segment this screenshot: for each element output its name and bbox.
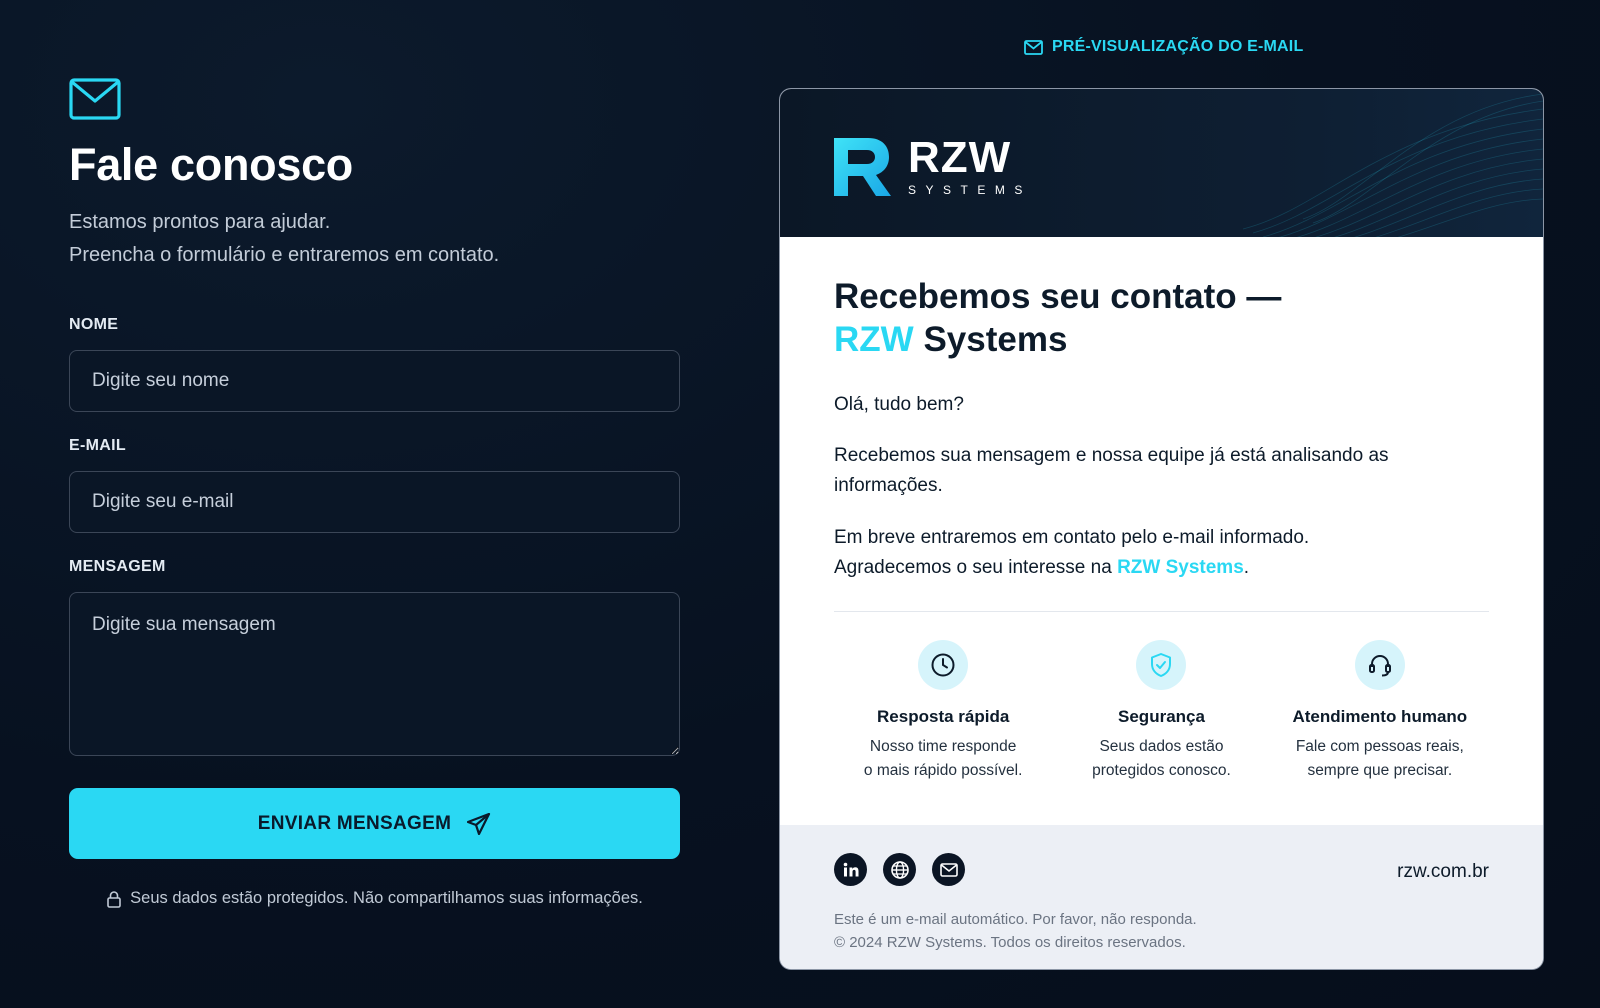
subtitle-line-2: Preencha o formulário e entraremos em co… bbox=[69, 244, 500, 266]
feature-description-line-1: Fale com pessoas reais, bbox=[1295, 738, 1464, 755]
feature-description-line-2: protegidos conosco. bbox=[1092, 762, 1231, 779]
email-title-brand: RZW bbox=[834, 320, 914, 359]
email-preview-card: RZW SYSTEMS Recebemos seu contato — RZW … bbox=[779, 88, 1544, 970]
logo-subtitle: SYSTEMS bbox=[908, 183, 1032, 197]
email-paragraph-2-prefix: Agradecemos o seu interesse na bbox=[834, 557, 1118, 578]
email-body: Recebemos seu contato — RZW Systems Olá,… bbox=[780, 237, 1543, 825]
email-input[interactable] bbox=[69, 471, 680, 533]
email-paragraph-2-line-1: Em breve entraremos em contato pelo e-ma… bbox=[834, 527, 1310, 548]
feature-description-line-1: Seus dados estão bbox=[1099, 738, 1224, 755]
lock-icon bbox=[107, 890, 121, 908]
send-message-button[interactable]: ENVIAR MENSAGEM bbox=[69, 788, 680, 859]
email-preview-label-text: PRÉ-VISUALIZAÇÃO DO E-MAIL bbox=[1052, 38, 1304, 55]
email-title-line-1: Recebemos seu contato — bbox=[834, 277, 1282, 316]
name-label: NOME bbox=[69, 316, 119, 333]
feature-title: Resposta rápida bbox=[877, 707, 1010, 726]
social-links bbox=[834, 853, 1489, 886]
name-input[interactable] bbox=[69, 350, 680, 412]
email-greeting: Olá, tudo bem? bbox=[834, 394, 964, 415]
email-title: Recebemos seu contato — RZW Systems bbox=[834, 275, 1489, 361]
legal-line-1: Este é um e-mail automático. Por favor, … bbox=[834, 911, 1197, 928]
email-paragraph-2: Em breve entraremos em contato pelo e-ma… bbox=[834, 523, 1394, 583]
feature-description-line-1: Nosso time responde bbox=[869, 738, 1017, 755]
page-title: Fale conosco bbox=[69, 139, 353, 190]
feature-fast-response: Resposta rápida Nosso time responde o ma… bbox=[834, 640, 1052, 783]
website-link[interactable]: rzw.com.br bbox=[1397, 861, 1489, 883]
feature-description: Seus dados estão protegidos conosco. bbox=[1052, 735, 1270, 783]
rzw-logo: RZW SYSTEMS bbox=[834, 136, 1032, 197]
contact-form: Fale conosco Estamos prontos para ajudar… bbox=[69, 78, 680, 908]
feature-title: Segurança bbox=[1118, 707, 1205, 726]
email-header: RZW SYSTEMS bbox=[780, 89, 1543, 237]
feature-title: Atendimento humano bbox=[1292, 707, 1468, 726]
mail-icon[interactable] bbox=[932, 853, 965, 886]
message-label: MENSAGEM bbox=[69, 558, 166, 575]
linkedin-icon[interactable] bbox=[834, 853, 867, 886]
legal-line-2: © 2024 RZW Systems. Todos os direitos re… bbox=[834, 934, 1186, 951]
feature-description: Nosso time responde o mais rápido possív… bbox=[834, 735, 1052, 783]
logo-name: RZW bbox=[908, 133, 1012, 182]
subtitle-line-1: Estamos prontos para ajudar. bbox=[69, 211, 331, 233]
contact-page: Fale conosco Estamos prontos para ajudar… bbox=[0, 0, 1600, 1008]
subtitle: Estamos prontos para ajudar. Preencha o … bbox=[69, 206, 680, 272]
headset-icon bbox=[1354, 640, 1405, 690]
email-paragraph-2-suffix: . bbox=[1243, 557, 1250, 578]
shield-check-icon bbox=[1136, 640, 1187, 690]
envelope-icon bbox=[69, 78, 121, 120]
email-brand-link[interactable]: RZW Systems bbox=[1117, 557, 1244, 578]
feature-description-line-2: sempre que precisar. bbox=[1307, 762, 1453, 779]
envelope-icon bbox=[1024, 39, 1043, 55]
wave-pattern bbox=[1243, 93, 1543, 237]
feature-description: Fale com pessoas reais, sempre que preci… bbox=[1271, 735, 1489, 783]
rzw-logo-mark bbox=[834, 137, 891, 196]
legal-text: Este é um e-mail automático. Por favor, … bbox=[834, 908, 1489, 954]
globe-icon[interactable] bbox=[883, 853, 916, 886]
privacy-note: Seus dados estão protegidos. Não compart… bbox=[69, 889, 680, 908]
feature-human-support: Atendimento humano Fale com pessoas reai… bbox=[1271, 640, 1489, 783]
email-footer: rzw.com.br Este é um e-mail automático. … bbox=[780, 825, 1543, 969]
email-title-rest: Systems bbox=[923, 320, 1068, 359]
email-label: E-MAIL bbox=[69, 437, 126, 454]
feature-description-line-2: o mais rápido possível. bbox=[863, 762, 1023, 779]
divider bbox=[834, 611, 1489, 612]
clock-icon bbox=[918, 640, 969, 690]
features-row: Resposta rápida Nosso time responde o ma… bbox=[834, 640, 1489, 783]
email-preview-label: PRÉ-VISUALIZAÇÃO DO E-MAIL bbox=[1024, 38, 1303, 56]
message-textarea[interactable] bbox=[69, 592, 680, 756]
send-message-label: ENVIAR MENSAGEM bbox=[257, 812, 452, 834]
paper-plane-icon bbox=[467, 812, 491, 835]
privacy-text: Seus dados estão protegidos. Não compart… bbox=[130, 889, 643, 907]
email-paragraph-1: Recebemos sua mensagem e nossa equipe já… bbox=[834, 445, 1389, 496]
feature-security: Segurança Seus dados estão protegidos co… bbox=[1052, 640, 1270, 783]
